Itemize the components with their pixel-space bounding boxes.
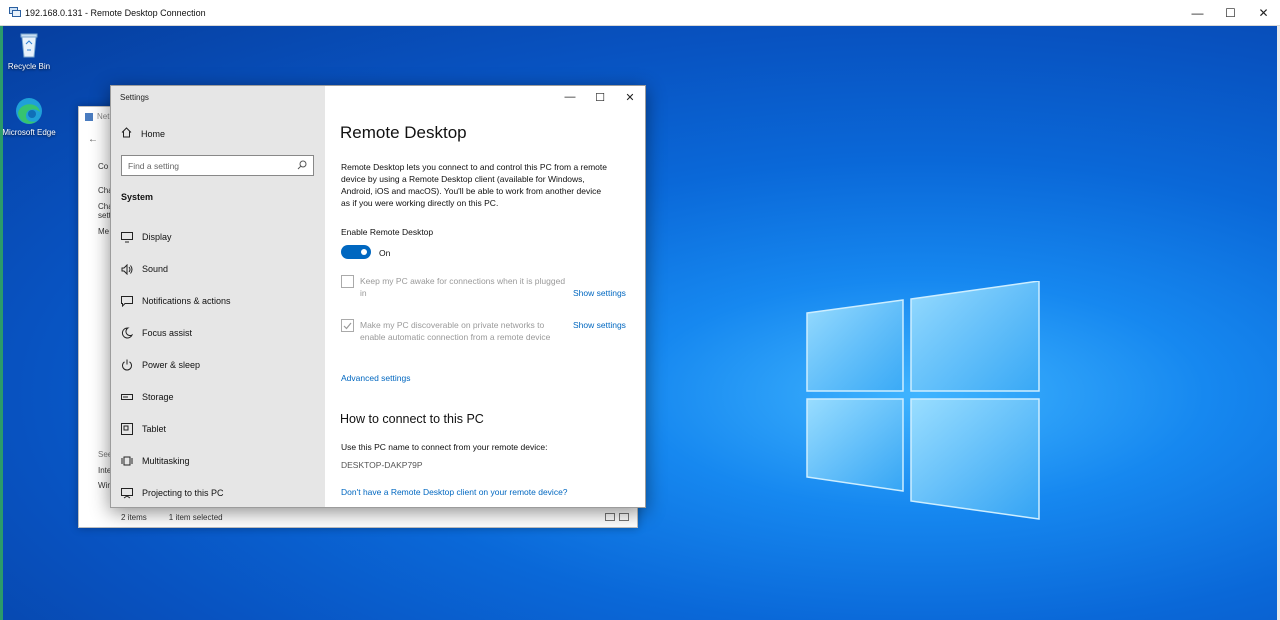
focus-assist-icon [121, 327, 133, 339]
discoverable-option: Make my PC discoverable on private netwo… [341, 319, 571, 343]
tablet-icon [121, 423, 133, 435]
nav-home-label: Home [141, 128, 166, 139]
display-icon [121, 231, 133, 243]
rdp-maximize-button[interactable]: ☐ [1214, 0, 1247, 26]
windows-logo-wallpaper [806, 281, 1040, 520]
search-icon [297, 160, 307, 172]
settings-content: — ☐ ✕ Remote Desktop Remote Desktop lets… [325, 86, 645, 507]
nav-item-label: Sound [142, 264, 169, 274]
enable-remote-desktop-label: Enable Remote Desktop [341, 227, 434, 237]
nav-item-projecting[interactable]: Projecting to this PC [121, 487, 224, 499]
rdp-minimize-button[interactable]: — [1181, 0, 1214, 26]
advanced-settings-link[interactable]: Advanced settings [341, 373, 410, 383]
status-item-count: 2 items [121, 513, 147, 522]
nav-item-sound[interactable]: Sound [121, 263, 168, 275]
storage-icon [121, 391, 133, 403]
discoverable-checkbox[interactable] [341, 319, 354, 332]
remote-desktop-description: Remote Desktop lets you connect to and c… [341, 162, 607, 208]
details-view-icon[interactable] [605, 513, 615, 521]
nav-section-system: System [121, 192, 154, 202]
power-icon [121, 359, 133, 371]
back-arrow-icon[interactable]: ← [88, 134, 98, 145]
explorer-title: Net [97, 112, 110, 121]
nav-item-label: Storage [142, 392, 174, 402]
keep-awake-checkbox[interactable] [341, 275, 354, 288]
sound-icon [121, 263, 133, 275]
find-setting-search-input[interactable]: Find a setting [121, 155, 314, 176]
status-selection: 1 item selected [168, 513, 223, 522]
nav-item-storage[interactable]: Storage [121, 391, 174, 403]
large-icons-view-icon[interactable] [619, 513, 629, 521]
settings-minimize-button[interactable]: — [555, 86, 585, 108]
nav-home[interactable]: Home [121, 127, 165, 140]
explorer-visible-edge: Net ← Co Cha Cha sett Me See Inte Win [79, 107, 113, 527]
checkmark-icon [343, 322, 352, 329]
nav-item-focus-assist[interactable]: Focus assist [121, 327, 192, 339]
show-settings-link-discoverable[interactable]: Show settings [573, 320, 626, 330]
keep-awake-option: Keep my PC awake for connections when it… [341, 275, 571, 299]
nav-item-label: Tablet [142, 424, 167, 434]
recycle-bin-icon [14, 30, 44, 60]
page-title: Remote Desktop [340, 123, 467, 142]
settings-maximize-button[interactable]: ☐ [585, 86, 615, 108]
nav-item-multitasking[interactable]: Multitasking [121, 455, 190, 467]
desktop-icon-edge[interactable]: Microsoft Edge [3, 96, 57, 138]
how-to-connect-text: Use this PC name to connect from your re… [341, 442, 548, 452]
home-icon [121, 127, 132, 140]
nav-item-tablet[interactable]: Tablet [121, 423, 166, 435]
explorer-link[interactable]: Me [98, 227, 109, 236]
keep-awake-label: Keep my PC awake for connections when it… [360, 276, 566, 298]
toggle-knob [361, 249, 367, 255]
nav-item-label: Multitasking [142, 456, 190, 466]
nav-item-notifications[interactable]: Notifications & actions [121, 295, 231, 307]
nav-item-label: Focus assist [142, 328, 193, 338]
rdp-window-title: 192.168.0.131 - Remote Desktop Connectio… [25, 7, 206, 18]
nav-item-label: Power & sleep [142, 360, 201, 370]
settings-close-button[interactable]: ✕ [615, 86, 645, 108]
desktop-icon-recycle-bin[interactable]: Recycle Bin [3, 30, 57, 72]
explorer-status-bar: 2 items 1 item selected [111, 507, 637, 527]
nav-item-label: Display [142, 232, 172, 242]
settings-nav: Settings Home Find a setting System Disp… [111, 86, 325, 507]
search-placeholder: Find a setting [128, 160, 180, 171]
rdp-titlebar: 192.168.0.131 - Remote Desktop Connectio… [0, 0, 1280, 26]
toggle-state-label: On [379, 248, 391, 258]
nav-item-display[interactable]: Display [121, 231, 172, 243]
remote-desktop-icon [9, 7, 21, 18]
network-icon [85, 113, 93, 121]
desktop-icon-label: Recycle Bin [7, 62, 51, 71]
settings-window-title: Settings [120, 93, 149, 102]
projecting-icon [121, 487, 133, 499]
multitasking-icon [121, 455, 133, 467]
get-client-link[interactable]: Don't have a Remote Desktop client on yo… [341, 487, 568, 497]
enable-remote-desktop-toggle[interactable] [341, 245, 371, 259]
how-to-connect-heading: How to connect to this PC [340, 412, 484, 426]
explorer-text: Co [98, 162, 109, 171]
notifications-icon [121, 295, 133, 307]
desktop-icon-label: Microsoft Edge [3, 128, 56, 137]
show-settings-link-awake[interactable]: Show settings [573, 288, 626, 298]
edge-icon [14, 96, 44, 126]
nav-item-label: Projecting to this PC [142, 488, 224, 498]
settings-window[interactable]: Settings Home Find a setting System Disp… [110, 85, 646, 508]
explorer-link[interactable]: sett [98, 211, 111, 220]
nav-item-power-sleep[interactable]: Power & sleep [121, 359, 200, 371]
nav-item-label: Notifications & actions [142, 296, 231, 306]
pc-name: DESKTOP-DAKP79P [341, 460, 423, 470]
discoverable-label: Make my PC discoverable on private netwo… [360, 320, 551, 342]
rdp-close-button[interactable]: ✕ [1247, 0, 1280, 26]
